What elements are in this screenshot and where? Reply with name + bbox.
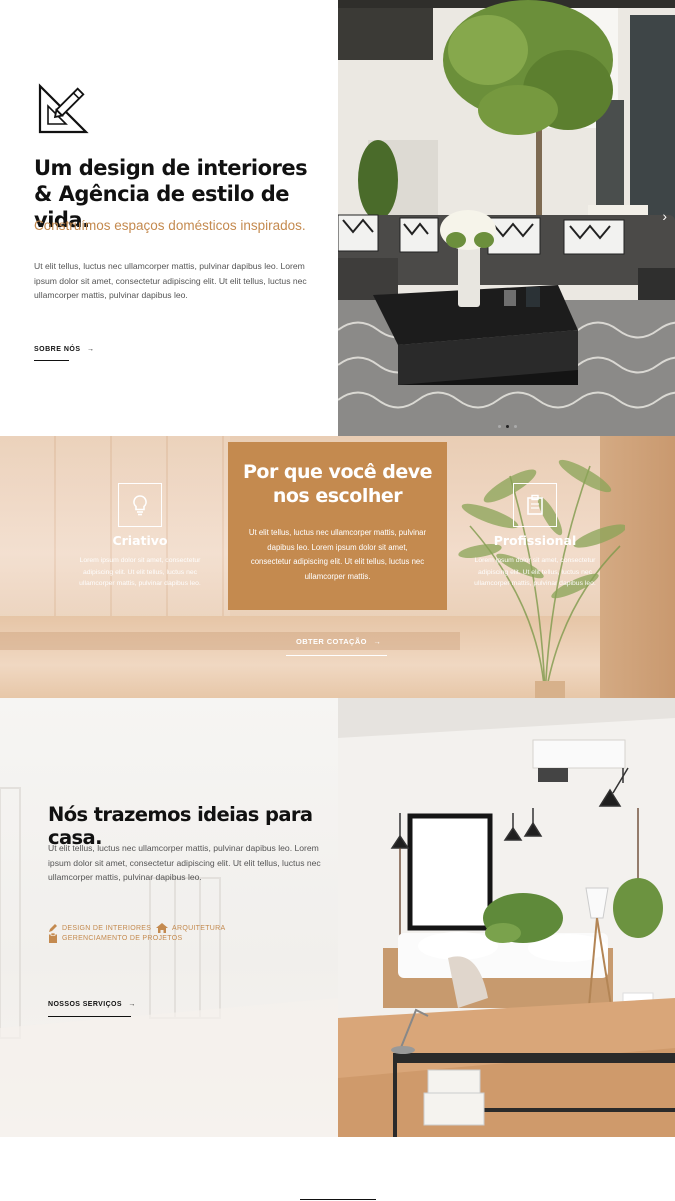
ideas-text-panel: Nós trazemos ideias para casa. Ut elit t… xyxy=(0,698,338,1137)
feature-professional-title: Profissional xyxy=(493,533,577,548)
feature-creative-title: Criativo xyxy=(112,533,168,548)
hero-section: Um design de interiores & Agência de est… xyxy=(0,0,675,436)
why-choose-us-box: Por que você deve nos escolher Ut elit t… xyxy=(228,442,447,610)
footer-divider xyxy=(300,1199,376,1200)
clipboard-icon xyxy=(527,494,543,515)
feature-professional-icon-box xyxy=(513,483,557,527)
living-room-illustration xyxy=(338,0,675,436)
bright-room-background xyxy=(0,787,338,1137)
service-interior-design-label: DESIGN DE INTERIORES xyxy=(62,924,152,932)
hero-subtitle: Construímos espaços domésticos inspirado… xyxy=(34,218,306,233)
feature-creative-text: Lorem ipsum dolor sit amet, consectetur … xyxy=(79,557,201,587)
design-tools-logo-icon xyxy=(38,83,89,134)
our-services-link-underline xyxy=(48,1016,131,1017)
ideas-bedroom-image xyxy=(338,698,675,1137)
get-quote-underline xyxy=(286,655,387,656)
feature-creative: Criativo Lorem ipsum dolor sit amet, con… xyxy=(65,483,215,590)
about-us-link-label: SOBRE NÓS xyxy=(34,346,81,353)
arrow-right-icon: → xyxy=(373,637,382,646)
hero-living-room-image: › xyxy=(338,0,675,436)
arrow-right-icon: → xyxy=(128,1001,136,1008)
bedroom-illustration xyxy=(338,698,675,1137)
why-choose-us-text: Ut elit tellus, luctus nec ullamcorper m… xyxy=(248,528,427,581)
service-architecture-label: ARQUITETURA xyxy=(172,924,226,932)
ideas-section: Nós trazemos ideias para casa. Ut elit t… xyxy=(0,698,675,1137)
lightbulb-icon xyxy=(133,495,147,516)
hero-body-text: Ut elit tellus, luctus nec ullamcorper m… xyxy=(34,261,307,300)
feature-creative-icon-box xyxy=(118,483,162,527)
our-services-link[interactable]: NOSSOS SERVIÇOS → xyxy=(48,1001,136,1008)
hero-text-panel: Um design de interiores & Agência de est… xyxy=(0,0,338,436)
arrow-right-icon: → xyxy=(86,346,95,353)
home-icon xyxy=(156,923,168,933)
service-architecture[interactable]: ARQUITETURA xyxy=(156,923,225,933)
clipboard-icon xyxy=(49,933,57,943)
why-choose-us-title: Por que você deve nos escolher xyxy=(242,461,433,507)
service-interior-design[interactable]: DESIGN DE INTERIORES xyxy=(48,923,151,933)
background-step xyxy=(0,632,460,650)
feature-professional: Profissional Lorem ipsum dolor sit amet,… xyxy=(460,483,610,590)
get-quote-link[interactable]: OBTER COTAÇÃO → xyxy=(296,637,381,646)
slider-dot[interactable] xyxy=(498,425,501,428)
feature-professional-text: Lorem ipsum dolor sit amet, consectetur … xyxy=(474,557,596,587)
slider-dot[interactable] xyxy=(514,425,517,428)
service-project-management[interactable]: GERENCIAMENTO DE PROJETOS xyxy=(48,933,182,943)
slider-dot-active[interactable] xyxy=(506,425,509,428)
service-project-management-label: GERENCIAMENTO DE PROJETOS xyxy=(62,934,183,942)
slider-dots xyxy=(498,425,517,428)
ideas-body-text: Ut elit tellus, luctus nec ullamcorper m… xyxy=(48,843,321,882)
our-services-link-label: NOSSOS SERVIÇOS xyxy=(48,1001,122,1008)
get-quote-label: OBTER COTAÇÃO xyxy=(296,637,367,646)
about-us-link[interactable]: SOBRE NÓS → xyxy=(34,346,94,353)
why-choose-us-section: Criativo Lorem ipsum dolor sit amet, con… xyxy=(0,436,675,698)
slider-next-chevron-right-icon[interactable]: › xyxy=(662,208,667,224)
pencil-icon xyxy=(49,924,57,932)
about-us-link-underline xyxy=(34,360,69,361)
